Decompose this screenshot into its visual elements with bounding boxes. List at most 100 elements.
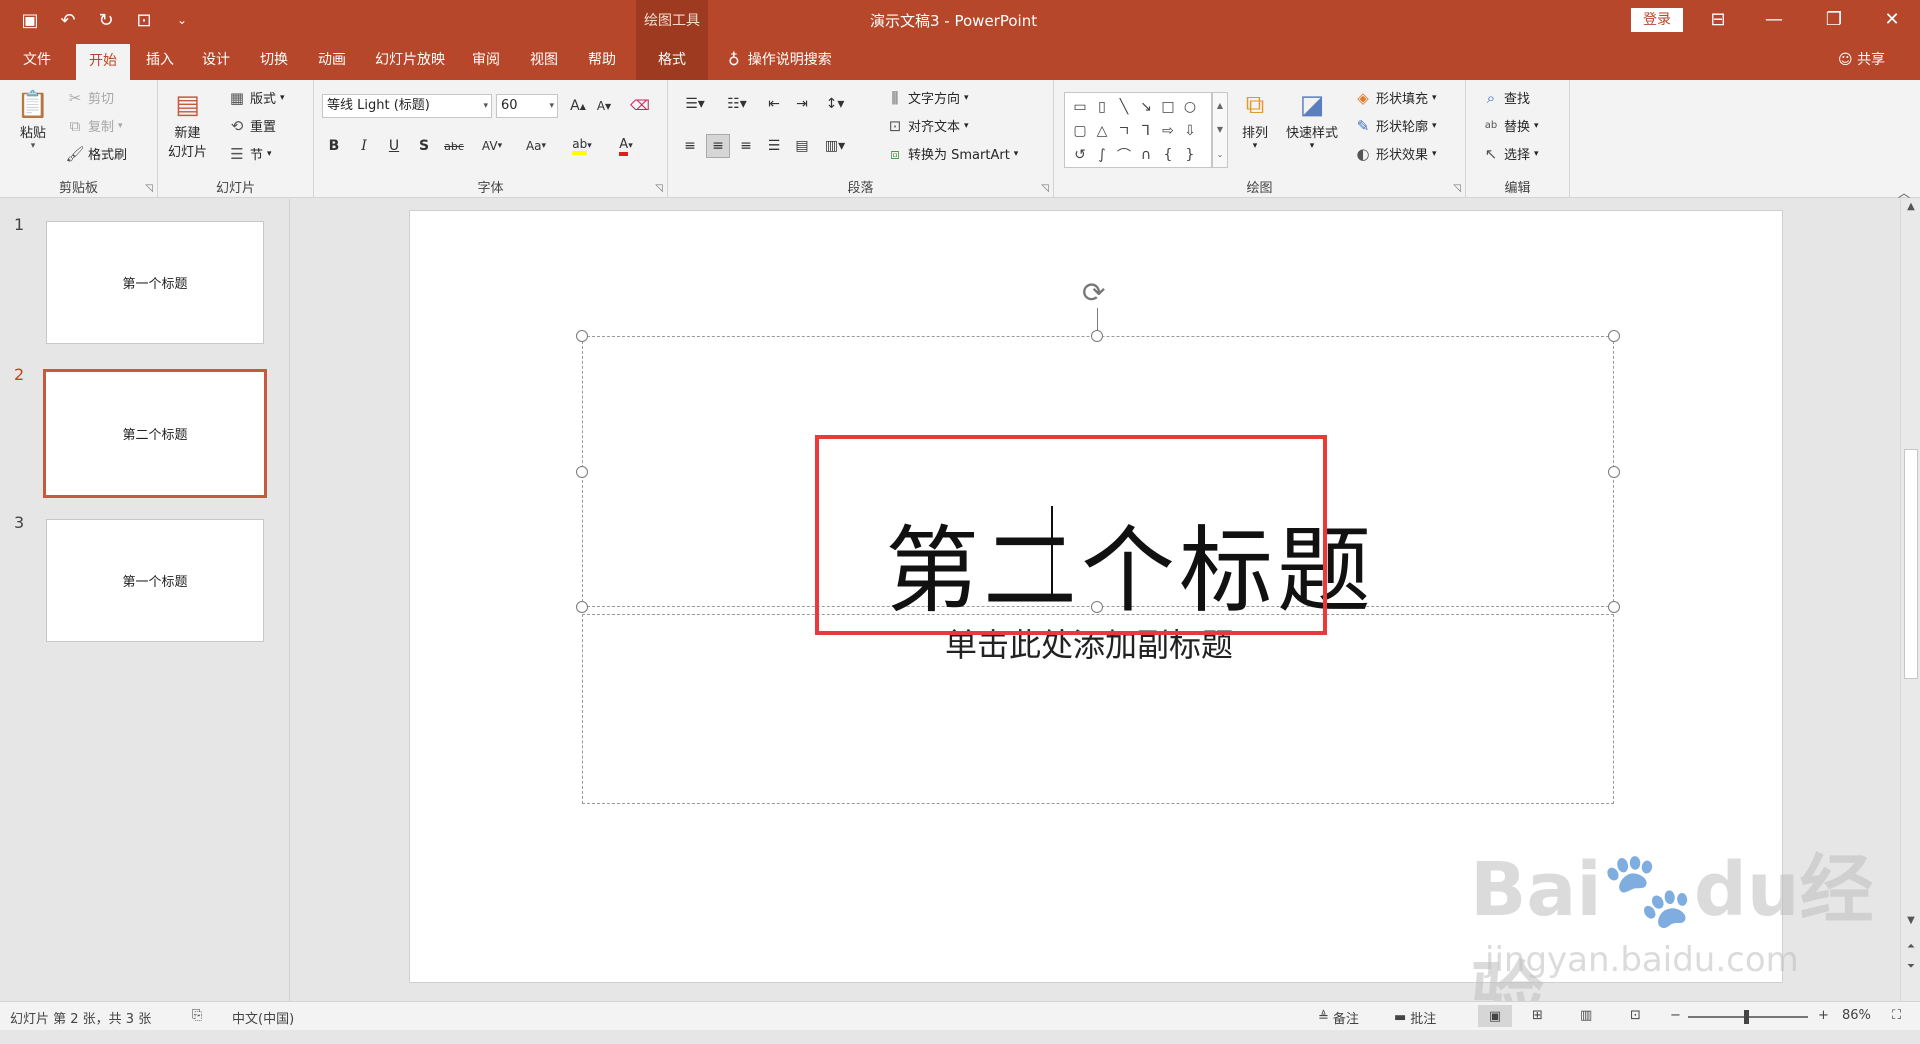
gallery-down-icon[interactable]: ▼: [1217, 125, 1223, 134]
font-color-button[interactable]: A ▾: [608, 134, 644, 158]
scroll-up-icon[interactable]: ▲: [1901, 201, 1920, 212]
line-spacing-icon[interactable]: ↕▾: [818, 92, 852, 116]
undo-icon[interactable]: ↶: [56, 8, 80, 32]
arrow-line-shape-icon[interactable]: ↘: [1135, 95, 1157, 119]
zoom-in-icon[interactable]: +: [1818, 1008, 1829, 1023]
shrink-font-button[interactable]: A ▼: [592, 94, 616, 118]
present-icon[interactable]: ⊡: [132, 8, 156, 32]
left-brace-shape-icon[interactable]: {: [1157, 143, 1179, 167]
tab-transitions[interactable]: 切换: [250, 40, 298, 80]
notes-button[interactable]: ≜ 备注: [1318, 1008, 1359, 1027]
tab-slideshow[interactable]: 幻灯片放映: [366, 40, 454, 80]
redo-icon[interactable]: ↻: [94, 8, 118, 32]
font-name-combo[interactable]: 等线 Light (标题) ▾: [322, 94, 492, 118]
resize-handle-right[interactable]: [1608, 466, 1620, 478]
replace-button[interactable]: ab 替换 ▾: [1482, 116, 1539, 135]
clear-formatting-icon[interactable]: ⌫: [628, 94, 652, 118]
increase-indent-icon[interactable]: ⇥: [790, 92, 814, 116]
scrollbar-thumb[interactable]: [1904, 449, 1918, 679]
login-button[interactable]: 登录: [1631, 8, 1683, 32]
text-direction-button[interactable]: ⫼ 文字方向 ▾: [886, 88, 969, 108]
font-size-combo[interactable]: 60 ▾: [496, 94, 558, 118]
align-text-button[interactable]: ⊡ 对齐文本 ▾: [886, 116, 969, 136]
save-icon[interactable]: ▣: [18, 8, 42, 32]
align-center-icon[interactable]: ≡: [706, 134, 730, 158]
select-button[interactable]: ↖ 选择 ▾: [1482, 144, 1539, 164]
bold-button[interactable]: B: [322, 134, 346, 158]
section-button[interactable]: ☰ 节 ▾: [228, 144, 271, 164]
shape-fill-button[interactable]: ◈ 形状填充 ▾: [1354, 88, 1436, 108]
comments-button[interactable]: ▬ 批注: [1394, 1008, 1436, 1027]
freeform-shape-icon[interactable]: ↺: [1069, 143, 1091, 167]
share-button[interactable]: ☺ 共享: [1838, 40, 1885, 80]
triangle-shape-icon[interactable]: △: [1091, 119, 1113, 143]
zoom-slider-thumb[interactable]: [1744, 1010, 1749, 1024]
restore-icon[interactable]: ❐: [1814, 6, 1854, 34]
resize-handle-left[interactable]: [576, 466, 588, 478]
shape-effects-button[interactable]: ◐ 形状效果 ▾: [1354, 144, 1436, 164]
rotate-handle-icon[interactable]: ⟳: [1082, 276, 1105, 309]
previous-slide-icon[interactable]: ⏶: [1901, 941, 1920, 952]
tell-me-search[interactable]: ♁ 操作说明搜索: [728, 40, 832, 80]
tab-file[interactable]: 文件: [12, 40, 62, 80]
down-arrow-shape-icon[interactable]: ⇩: [1179, 119, 1201, 143]
tab-home[interactable]: 开始: [76, 44, 130, 80]
shape-outline-button[interactable]: ✎ 形状轮廓 ▾: [1354, 116, 1437, 136]
vertical-scrollbar[interactable]: ▲ ▼ ⏶ ⏷: [1900, 199, 1920, 1001]
close-icon[interactable]: ✕: [1872, 6, 1912, 34]
tab-insert[interactable]: 插入: [136, 40, 184, 80]
scroll-down-icon[interactable]: ▼: [1901, 915, 1920, 926]
minimize-icon[interactable]: —: [1754, 6, 1794, 34]
customize-qat-icon[interactable]: ⌄: [170, 8, 194, 32]
italic-button[interactable]: I: [352, 134, 376, 158]
strikethrough-button[interactable]: abc: [442, 134, 466, 158]
textbox-shape-icon[interactable]: ▭: [1069, 95, 1091, 119]
new-slide-button[interactable]: ▤ 新建 幻灯片: [168, 88, 207, 160]
resize-handle-top-left[interactable]: [576, 330, 588, 342]
oval-shape-icon[interactable]: ○: [1179, 95, 1201, 119]
shapes-gallery[interactable]: ▭ ▯ ╲ ↘ □ ○ ▢ △ ㄱ ⅂ ⇨ ⇩ ↺ ∫ ⌒ ∩ { }: [1064, 92, 1212, 168]
ribbon-display-icon[interactable]: ⊟: [1698, 6, 1738, 34]
find-button[interactable]: ⌕ 查找: [1482, 88, 1530, 108]
columns-icon[interactable]: ▥▾: [818, 134, 852, 158]
grow-font-button[interactable]: A ▲: [566, 94, 590, 118]
arc-shape-icon[interactable]: ⌒: [1113, 143, 1135, 167]
paste-button[interactable]: 📋 粘贴 ▾: [16, 88, 50, 151]
reading-view-icon[interactable]: ▥: [1580, 1008, 1592, 1023]
decrease-indent-icon[interactable]: ⇤: [762, 92, 786, 116]
fit-to-window-icon[interactable]: ⛶: [1892, 1008, 1901, 1023]
bullets-icon[interactable]: ☰▾: [678, 92, 712, 116]
curve-shape-icon[interactable]: ∩: [1135, 143, 1157, 167]
font-name-dropdown-icon[interactable]: ▾: [483, 95, 488, 117]
quick-styles-button[interactable]: ◪ 快速样式 ▾: [1286, 88, 1338, 151]
convert-smartart-button[interactable]: ⧈ 转换为 SmartArt ▾: [886, 144, 1018, 164]
clipboard-launcher-icon[interactable]: ◹: [145, 183, 153, 194]
format-painter-button[interactable]: 🖌 格式刷: [65, 144, 127, 164]
language-indicator[interactable]: 中文(中国): [232, 1008, 294, 1027]
right-arrow-shape-icon[interactable]: ⇨: [1157, 119, 1179, 143]
spellcheck-icon[interactable]: ⎘: [192, 1008, 202, 1023]
copy-button[interactable]: ⧉ 复制 ▾: [66, 116, 123, 136]
rounded-rect-shape-icon[interactable]: ▢: [1069, 119, 1091, 143]
font-launcher-icon[interactable]: ◹: [655, 183, 663, 194]
layout-button[interactable]: ▦ 版式 ▾: [228, 88, 285, 108]
connector-shape-icon[interactable]: ㄱ: [1113, 119, 1135, 143]
vertical-textbox-shape-icon[interactable]: ▯: [1091, 95, 1113, 119]
normal-view-icon[interactable]: ▣: [1478, 1005, 1512, 1027]
align-left-icon[interactable]: ≡: [678, 134, 702, 158]
resize-handle-bottom-left[interactable]: [576, 601, 588, 613]
paragraph-launcher-icon[interactable]: ◹: [1041, 183, 1049, 194]
gallery-up-icon[interactable]: ▲: [1217, 101, 1223, 110]
slideshow-view-icon[interactable]: ⊡: [1630, 1008, 1641, 1023]
tab-view[interactable]: 视图: [522, 40, 566, 80]
zoom-level[interactable]: 86%: [1842, 1008, 1871, 1023]
numbering-icon[interactable]: ☷▾: [720, 92, 754, 116]
shadow-button[interactable]: S: [412, 134, 436, 158]
reset-button[interactable]: ⟲ 重置: [228, 116, 276, 136]
char-spacing-button[interactable]: AV ▾: [474, 134, 510, 158]
resize-handle-top-right[interactable]: [1608, 330, 1620, 342]
cut-button[interactable]: ✂ 剪切: [66, 88, 114, 108]
elbow-connector-shape-icon[interactable]: ⅂: [1135, 119, 1157, 143]
resize-handle-top[interactable]: [1091, 330, 1103, 342]
distributed-icon[interactable]: ▤: [790, 134, 814, 158]
